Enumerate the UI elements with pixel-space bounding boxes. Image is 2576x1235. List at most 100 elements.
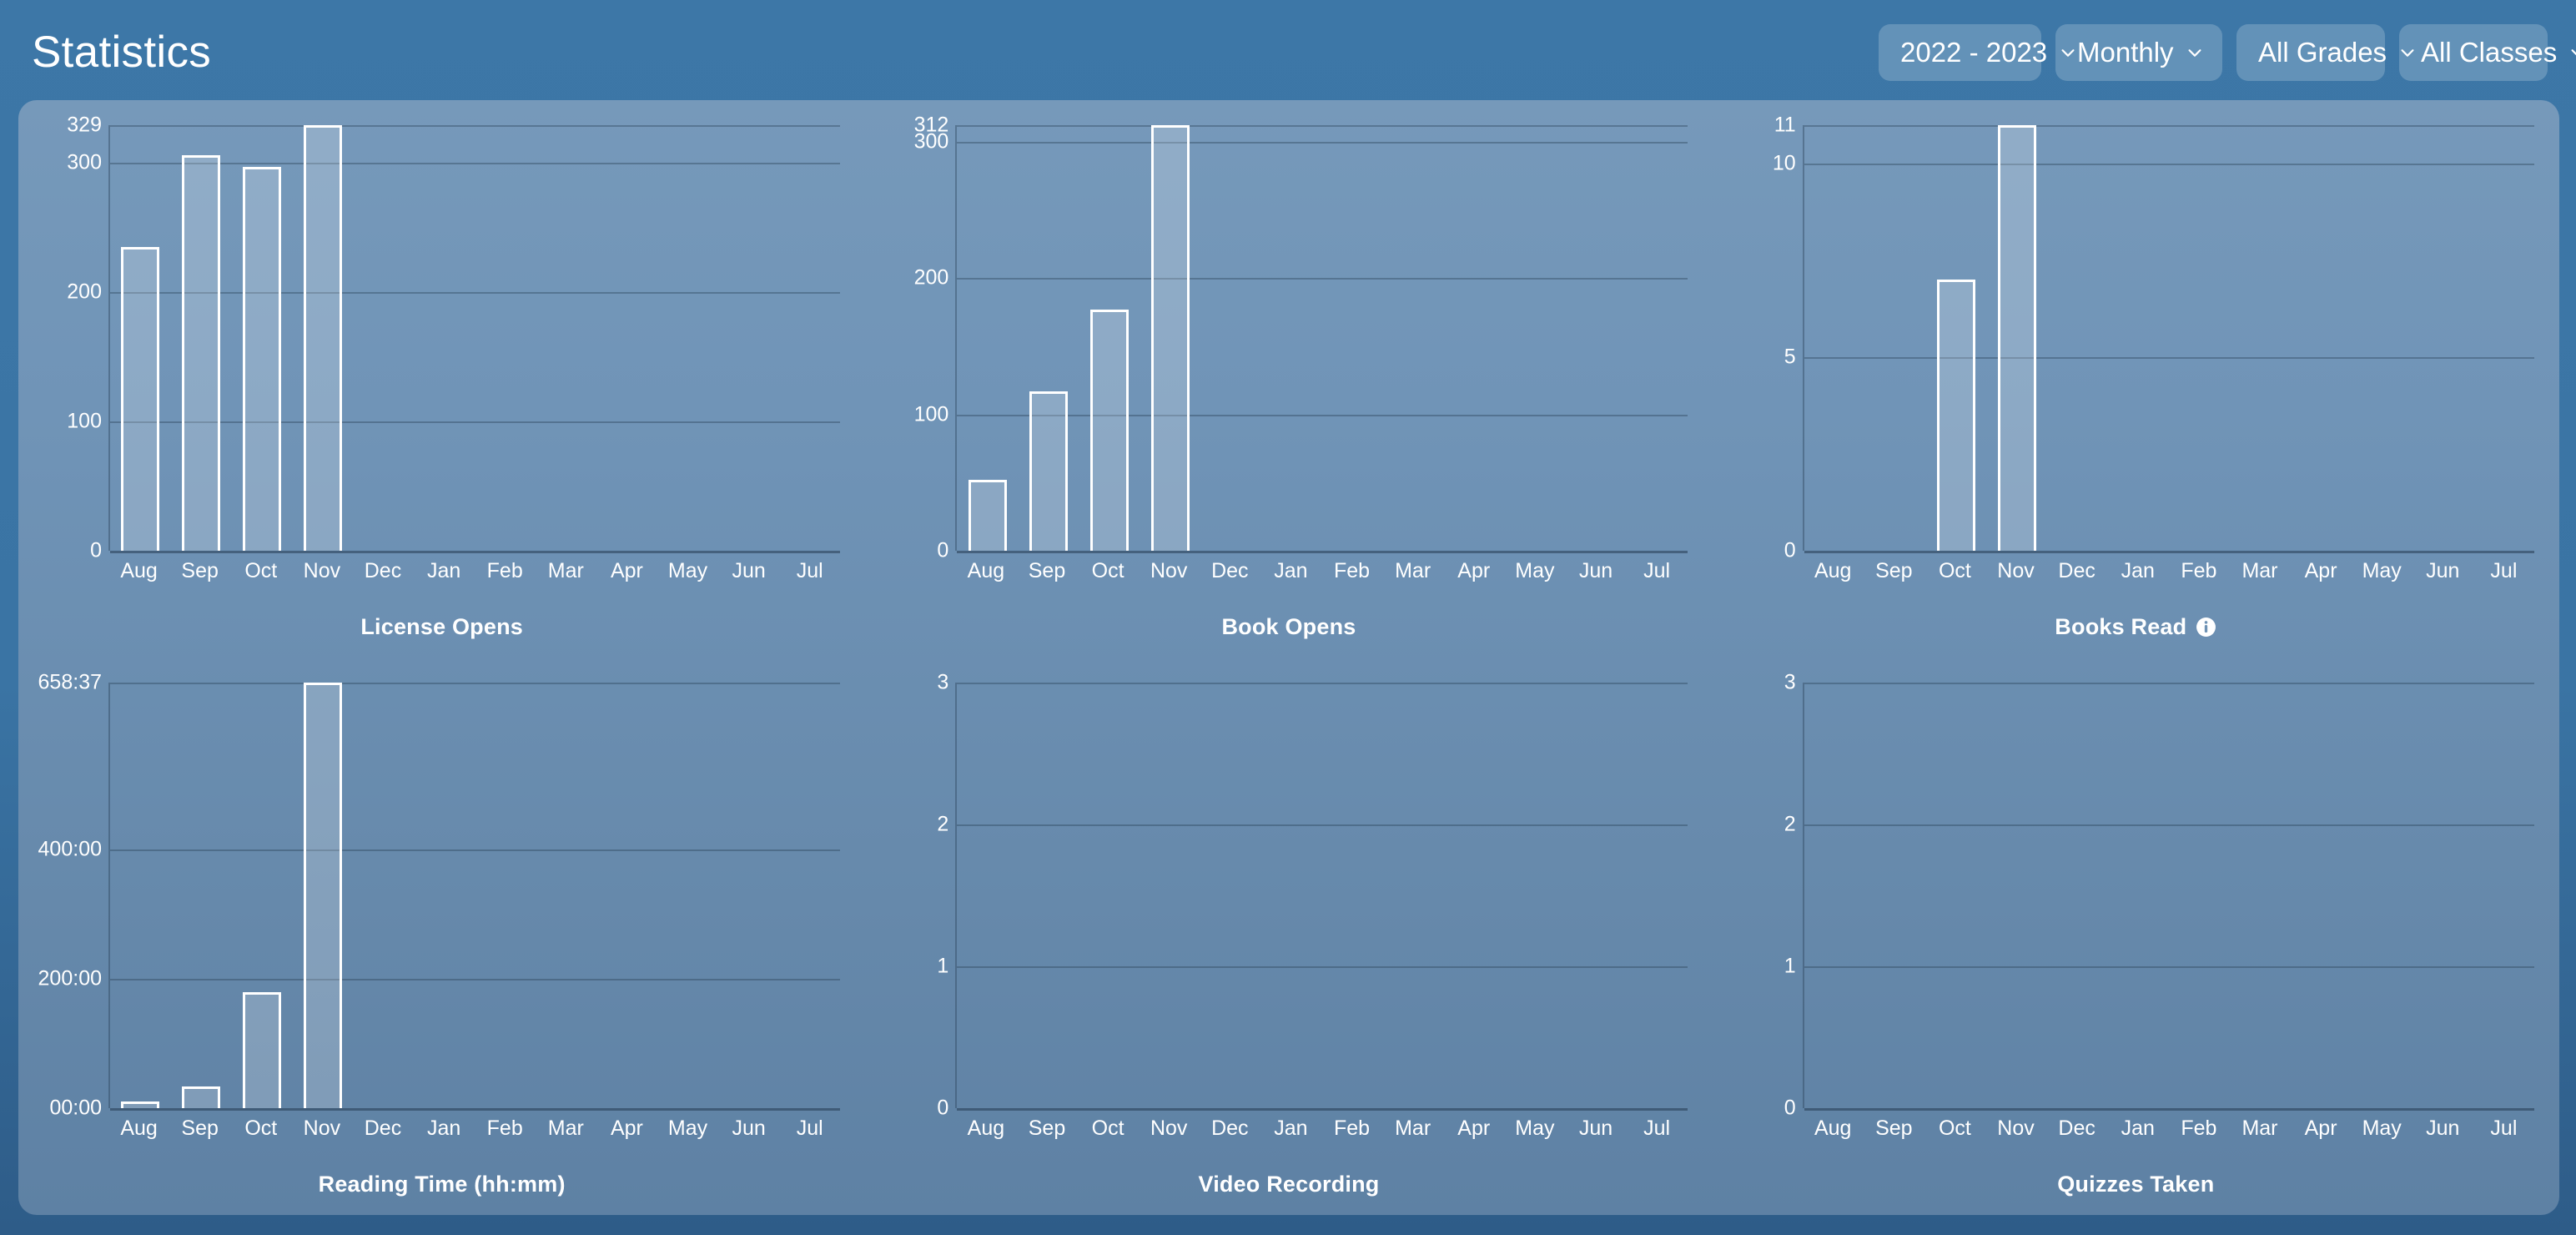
- y-axis-tick-label: 3: [1784, 670, 1796, 694]
- x-axis-tick-label: Oct: [1938, 1117, 1971, 1140]
- bar-slot: [718, 683, 779, 1108]
- bar-aug[interactable]: [121, 1101, 160, 1108]
- bar-slot: [1865, 683, 1926, 1108]
- bar-slot: [415, 125, 475, 551]
- bar-oct[interactable]: [1937, 280, 1975, 551]
- chart-title-text: Reading Time (hh:mm): [318, 1171, 566, 1197]
- bar-slot: [354, 683, 415, 1108]
- x-axis-tick-label: Sep: [1875, 1117, 1913, 1140]
- x-axis-tick-label: Nov: [303, 559, 341, 582]
- bar-slot: [1804, 683, 1865, 1108]
- bar-nov[interactable]: [1997, 125, 2036, 551]
- x-axis-tick-label: Apr: [2304, 559, 2337, 582]
- bar-slot: [1926, 125, 1987, 551]
- bar-nov[interactable]: [304, 125, 343, 551]
- x-axis-tick-label: May: [2362, 559, 2402, 582]
- chart-title-text: License Opens: [360, 613, 523, 639]
- y-axis-tick-label: 0: [937, 1096, 949, 1120]
- bar-slot: [1444, 125, 1505, 551]
- bar-slot: [475, 683, 536, 1108]
- chart-title: Video Recording: [890, 1153, 1687, 1215]
- bar-slot: [2291, 683, 2352, 1108]
- x-axis: Aug Sep Oct Nov Dec Jan Feb Mar Apr May Jun Jul: [43, 1108, 840, 1153]
- statistics-page: Statistics 2022 - 2023 Monthly All Grades A…: [0, 0, 2576, 1235]
- y-axis-tick-label: 5: [1784, 345, 1796, 369]
- y-axis-tick-label: 2: [937, 812, 949, 836]
- x-axis-tick-label: May: [667, 1117, 708, 1140]
- bar-slot: [1140, 683, 1200, 1108]
- x-axis-tick-label: Dec: [1211, 1117, 1249, 1140]
- dropdown-school-year-label: 2022 - 2023: [1900, 36, 2048, 68]
- dropdown-period[interactable]: Monthly: [2055, 23, 2222, 81]
- bar-oct[interactable]: [1089, 309, 1129, 551]
- x-axis-tick-label: Jan: [426, 559, 461, 582]
- x-axis: Aug Sep Oct Nov Dec Jan Feb Mar Apr May Jun Jul: [890, 551, 1687, 596]
- x-axis-tick-label: Jul: [796, 559, 823, 582]
- y-axis: 00:00 200:00 400:00 658:37: [38, 672, 108, 1118]
- x-axis: Aug Sep Oct Nov Dec Jan Feb Mar Apr May Jun Jul: [890, 1108, 1687, 1153]
- bar-nov[interactable]: [1150, 125, 1190, 551]
- plot-canvas: [108, 683, 841, 1111]
- x-axis-tick-label: Jun: [1578, 559, 1613, 582]
- bar-slot: [779, 125, 840, 551]
- x-axis-tick-label: Dec: [2058, 1117, 2096, 1140]
- x-axis-tick-label: Oct: [244, 1117, 278, 1140]
- x-axis-tick-label: Dec: [364, 559, 402, 582]
- info-icon[interactable]: [2196, 617, 2216, 638]
- bar-oct[interactable]: [243, 991, 282, 1108]
- bar-slot: [957, 683, 1018, 1108]
- bar-slot: [779, 683, 840, 1108]
- y-axis-tick-label: 200: [913, 265, 949, 290]
- bar-slot: [232, 683, 293, 1108]
- bar-series: [957, 683, 1687, 1108]
- bar-slot: [2108, 125, 2169, 551]
- x-axis-tick-label: Jan: [2121, 559, 2155, 582]
- x-axis-tick-label: Jun: [2426, 1117, 2460, 1140]
- dropdown-school-year[interactable]: 2022 - 2023: [1879, 23, 2075, 81]
- dropdown-classes[interactable]: All Classes: [2399, 23, 2576, 81]
- plot-canvas: [955, 125, 1688, 553]
- bar-aug[interactable]: [968, 480, 1007, 551]
- bar-slot: [475, 125, 536, 551]
- x-axis-tick-label: Nov: [1997, 559, 2035, 582]
- bar-slot: [1383, 125, 1444, 551]
- bar-aug[interactable]: [121, 246, 160, 551]
- y-axis-tick-label: 100: [67, 409, 102, 433]
- bar-slot: [1261, 125, 1322, 551]
- bar-slot: [1200, 125, 1261, 551]
- bar-slot: [1322, 683, 1383, 1108]
- x-axis-tick-label: Nov: [1150, 559, 1188, 582]
- bar-slot: [293, 683, 354, 1108]
- y-axis-tick-label: 10: [1772, 151, 1796, 175]
- y-axis-tick-label: 400:00: [38, 837, 102, 861]
- bar-sep[interactable]: [182, 1086, 221, 1108]
- x-axis-tick-label: Apr: [1457, 559, 1491, 582]
- x-axis-tick-label: Jul: [1643, 559, 1671, 582]
- bar-oct[interactable]: [243, 166, 282, 551]
- bar-slot: [718, 125, 779, 551]
- x-axis-tick-label: Aug: [967, 559, 1005, 582]
- bar-nov[interactable]: [304, 683, 343, 1108]
- x-axis-tick-label: May: [1515, 559, 1555, 582]
- chart-title: License Opens: [43, 596, 840, 658]
- bar-sep[interactable]: [1029, 391, 1068, 551]
- bar-slot: [1444, 683, 1505, 1108]
- x-axis-tick-label: Mar: [1395, 559, 1431, 582]
- y-axis: 0 100 200 300 312: [890, 114, 955, 561]
- bar-slot: [1804, 125, 1865, 551]
- x-axis-tick-label: Feb: [486, 559, 523, 582]
- bar-slot: [2291, 125, 2352, 551]
- bar-slot: [171, 125, 232, 551]
- bar-slot: [1200, 683, 1261, 1108]
- chart-title-text: Quizzes Taken: [2057, 1171, 2215, 1197]
- gridline: [957, 1108, 1688, 1111]
- dropdown-grades[interactable]: All Grades: [2236, 23, 2414, 81]
- bar-sep[interactable]: [182, 154, 221, 551]
- bar-slot: [536, 125, 597, 551]
- x-axis-tick-label: Sep: [181, 559, 219, 582]
- chart-card: 0 100 200 300 312 Aug Sep Oct Nov Dec Jan Feb Mar Apr…: [865, 100, 1712, 658]
- bar-series: [110, 125, 840, 551]
- y-axis-tick-label: 0: [90, 538, 102, 562]
- plot-canvas: [108, 125, 841, 553]
- bar-slot: [1505, 125, 1566, 551]
